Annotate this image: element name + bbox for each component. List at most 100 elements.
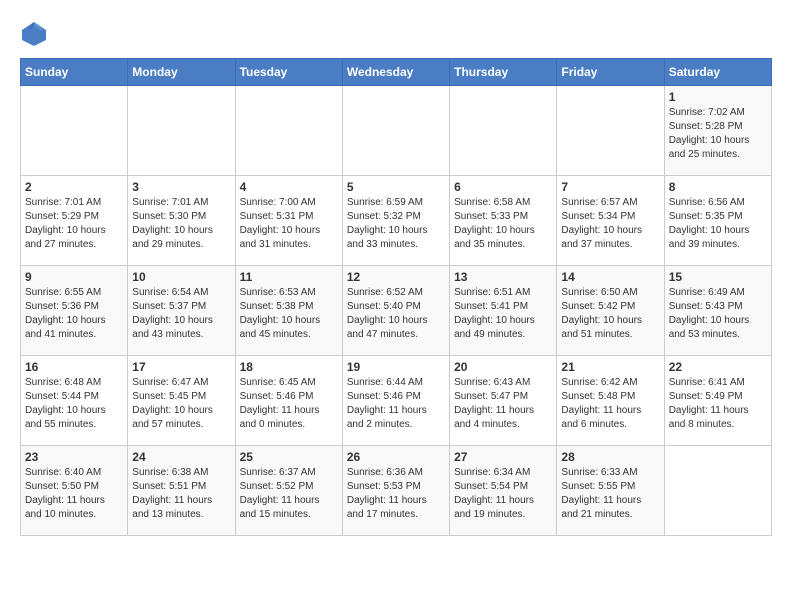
- day-info: Sunrise: 6:47 AM Sunset: 5:45 PM Dayligh…: [132, 376, 230, 432]
- day-info: Sunrise: 6:57 AM Sunset: 5:34 PM Dayligh…: [561, 196, 659, 252]
- day-info: Sunrise: 7:02 AM Sunset: 5:28 PM Dayligh…: [669, 106, 767, 162]
- calendar-cell: 15 Sunrise: 6:49 AM Sunset: 5:43 PM Dayli…: [664, 266, 771, 356]
- calendar-cell: 23 Sunrise: 6:40 AM Sunset: 5:50 PM Dayli…: [21, 446, 128, 536]
- calendar-cell: 18 Sunrise: 6:45 AM Sunset: 5:46 PM Dayli…: [235, 356, 342, 446]
- day-info: Sunrise: 7:01 AM Sunset: 5:29 PM Dayligh…: [25, 196, 123, 252]
- day-info: Sunrise: 6:37 AM Sunset: 5:52 PM Dayligh…: [240, 466, 338, 522]
- day-number: 16: [25, 360, 123, 374]
- day-number: 7: [561, 180, 659, 194]
- calendar-cell: 22 Sunrise: 6:41 AM Sunset: 5:49 PM Dayli…: [664, 356, 771, 446]
- day-number: 6: [454, 180, 552, 194]
- day-info: Sunrise: 6:45 AM Sunset: 5:46 PM Dayligh…: [240, 376, 338, 432]
- calendar-cell: [21, 86, 128, 176]
- weekday-header-saturday: Saturday: [664, 59, 771, 86]
- calendar-cell: [235, 86, 342, 176]
- calendar-table: SundayMondayTuesdayWednesdayThursdayFrid…: [20, 58, 772, 536]
- week-row-2: 2 Sunrise: 7:01 AM Sunset: 5:29 PM Daylig…: [21, 176, 772, 266]
- day-info: Sunrise: 6:44 AM Sunset: 5:46 PM Dayligh…: [347, 376, 445, 432]
- weekday-header-sunday: Sunday: [21, 59, 128, 86]
- day-number: 9: [25, 270, 123, 284]
- day-number: 20: [454, 360, 552, 374]
- calendar-cell: 13 Sunrise: 6:51 AM Sunset: 5:41 PM Dayli…: [450, 266, 557, 356]
- day-info: Sunrise: 6:40 AM Sunset: 5:50 PM Dayligh…: [25, 466, 123, 522]
- day-info: Sunrise: 6:38 AM Sunset: 5:51 PM Dayligh…: [132, 466, 230, 522]
- calendar-cell: 20Sunrise: 6:43 AM Sunset: 5:47 PM Dayli…: [450, 356, 557, 446]
- weekday-header-monday: Monday: [128, 59, 235, 86]
- week-row-5: 23 Sunrise: 6:40 AM Sunset: 5:50 PM Dayli…: [21, 446, 772, 536]
- day-number: 19: [347, 360, 445, 374]
- day-info: Sunrise: 6:36 AM Sunset: 5:53 PM Dayligh…: [347, 466, 445, 522]
- calendar-cell: 7 Sunrise: 6:57 AM Sunset: 5:34 PM Daylig…: [557, 176, 664, 266]
- calendar-cell: [557, 86, 664, 176]
- day-info: Sunrise: 6:52 AM Sunset: 5:40 PM Dayligh…: [347, 286, 445, 342]
- weekday-header-tuesday: Tuesday: [235, 59, 342, 86]
- day-info: Sunrise: 6:48 AM Sunset: 5:44 PM Dayligh…: [25, 376, 123, 432]
- day-info: Sunrise: 6:51 AM Sunset: 5:41 PM Dayligh…: [454, 286, 552, 342]
- day-number: 13: [454, 270, 552, 284]
- day-number: 21: [561, 360, 659, 374]
- calendar-cell: 19 Sunrise: 6:44 AM Sunset: 5:46 PM Dayli…: [342, 356, 449, 446]
- day-number: 2: [25, 180, 123, 194]
- day-info: Sunrise: 6:41 AM Sunset: 5:49 PM Dayligh…: [669, 376, 767, 432]
- day-info: Sunrise: 6:54 AM Sunset: 5:37 PM Dayligh…: [132, 286, 230, 342]
- calendar-cell: 4 Sunrise: 7:00 AM Sunset: 5:31 PM Daylig…: [235, 176, 342, 266]
- calendar-cell: 2 Sunrise: 7:01 AM Sunset: 5:29 PM Daylig…: [21, 176, 128, 266]
- calendar-cell: [664, 446, 771, 536]
- weekday-header-friday: Friday: [557, 59, 664, 86]
- day-number: 4: [240, 180, 338, 194]
- calendar-cell: 24 Sunrise: 6:38 AM Sunset: 5:51 PM Dayli…: [128, 446, 235, 536]
- day-number: 23: [25, 450, 123, 464]
- day-number: 17: [132, 360, 230, 374]
- weekday-header-row: SundayMondayTuesdayWednesdayThursdayFrid…: [21, 59, 772, 86]
- week-row-3: 9 Sunrise: 6:55 AM Sunset: 5:36 PM Daylig…: [21, 266, 772, 356]
- day-number: 24: [132, 450, 230, 464]
- day-info: Sunrise: 6:59 AM Sunset: 5:32 PM Dayligh…: [347, 196, 445, 252]
- calendar-cell: 27 Sunrise: 6:34 AM Sunset: 5:54 PM Dayli…: [450, 446, 557, 536]
- day-number: 3: [132, 180, 230, 194]
- calendar-cell: 16 Sunrise: 6:48 AM Sunset: 5:44 PM Dayli…: [21, 356, 128, 446]
- day-info: Sunrise: 7:00 AM Sunset: 5:31 PM Dayligh…: [240, 196, 338, 252]
- day-info: Sunrise: 6:42 AM Sunset: 5:48 PM Dayligh…: [561, 376, 659, 432]
- calendar-cell: 5 Sunrise: 6:59 AM Sunset: 5:32 PM Daylig…: [342, 176, 449, 266]
- logo: [20, 20, 52, 48]
- day-info: Sunrise: 6:34 AM Sunset: 5:54 PM Dayligh…: [454, 466, 552, 522]
- day-number: 8: [669, 180, 767, 194]
- day-number: 28: [561, 450, 659, 464]
- logo-icon: [20, 20, 48, 48]
- day-number: 11: [240, 270, 338, 284]
- page-header: [20, 20, 772, 48]
- calendar-cell: 9 Sunrise: 6:55 AM Sunset: 5:36 PM Daylig…: [21, 266, 128, 356]
- day-number: 22: [669, 360, 767, 374]
- day-number: 10: [132, 270, 230, 284]
- calendar-cell: 25 Sunrise: 6:37 AM Sunset: 5:52 PM Dayli…: [235, 446, 342, 536]
- calendar-cell: 21 Sunrise: 6:42 AM Sunset: 5:48 PM Dayli…: [557, 356, 664, 446]
- calendar-cell: 28 Sunrise: 6:33 AM Sunset: 5:55 PM Dayli…: [557, 446, 664, 536]
- day-number: 25: [240, 450, 338, 464]
- day-info: Sunrise: 6:33 AM Sunset: 5:55 PM Dayligh…: [561, 466, 659, 522]
- calendar-cell: 26Sunrise: 6:36 AM Sunset: 5:53 PM Dayli…: [342, 446, 449, 536]
- weekday-header-thursday: Thursday: [450, 59, 557, 86]
- day-number: 18: [240, 360, 338, 374]
- calendar-cell: 14Sunrise: 6:50 AM Sunset: 5:42 PM Dayli…: [557, 266, 664, 356]
- calendar-cell: 17 Sunrise: 6:47 AM Sunset: 5:45 PM Dayli…: [128, 356, 235, 446]
- day-info: Sunrise: 6:49 AM Sunset: 5:43 PM Dayligh…: [669, 286, 767, 342]
- day-number: 27: [454, 450, 552, 464]
- day-number: 15: [669, 270, 767, 284]
- calendar-cell: 11 Sunrise: 6:53 AM Sunset: 5:38 PM Dayli…: [235, 266, 342, 356]
- weekday-header-wednesday: Wednesday: [342, 59, 449, 86]
- day-info: Sunrise: 6:56 AM Sunset: 5:35 PM Dayligh…: [669, 196, 767, 252]
- calendar-cell: 6Sunrise: 6:58 AM Sunset: 5:33 PM Daylig…: [450, 176, 557, 266]
- calendar-cell: [128, 86, 235, 176]
- week-row-4: 16 Sunrise: 6:48 AM Sunset: 5:44 PM Dayli…: [21, 356, 772, 446]
- day-number: 12: [347, 270, 445, 284]
- day-number: 1: [669, 90, 767, 104]
- week-row-1: 1 Sunrise: 7:02 AM Sunset: 5:28 PM Daylig…: [21, 86, 772, 176]
- day-number: 14: [561, 270, 659, 284]
- day-number: 5: [347, 180, 445, 194]
- calendar-cell: 10 Sunrise: 6:54 AM Sunset: 5:37 PM Dayli…: [128, 266, 235, 356]
- calendar-cell: 1 Sunrise: 7:02 AM Sunset: 5:28 PM Daylig…: [664, 86, 771, 176]
- day-info: Sunrise: 6:53 AM Sunset: 5:38 PM Dayligh…: [240, 286, 338, 342]
- day-info: Sunrise: 7:01 AM Sunset: 5:30 PM Dayligh…: [132, 196, 230, 252]
- calendar-cell: 3 Sunrise: 7:01 AM Sunset: 5:30 PM Daylig…: [128, 176, 235, 266]
- day-info: Sunrise: 6:55 AM Sunset: 5:36 PM Dayligh…: [25, 286, 123, 342]
